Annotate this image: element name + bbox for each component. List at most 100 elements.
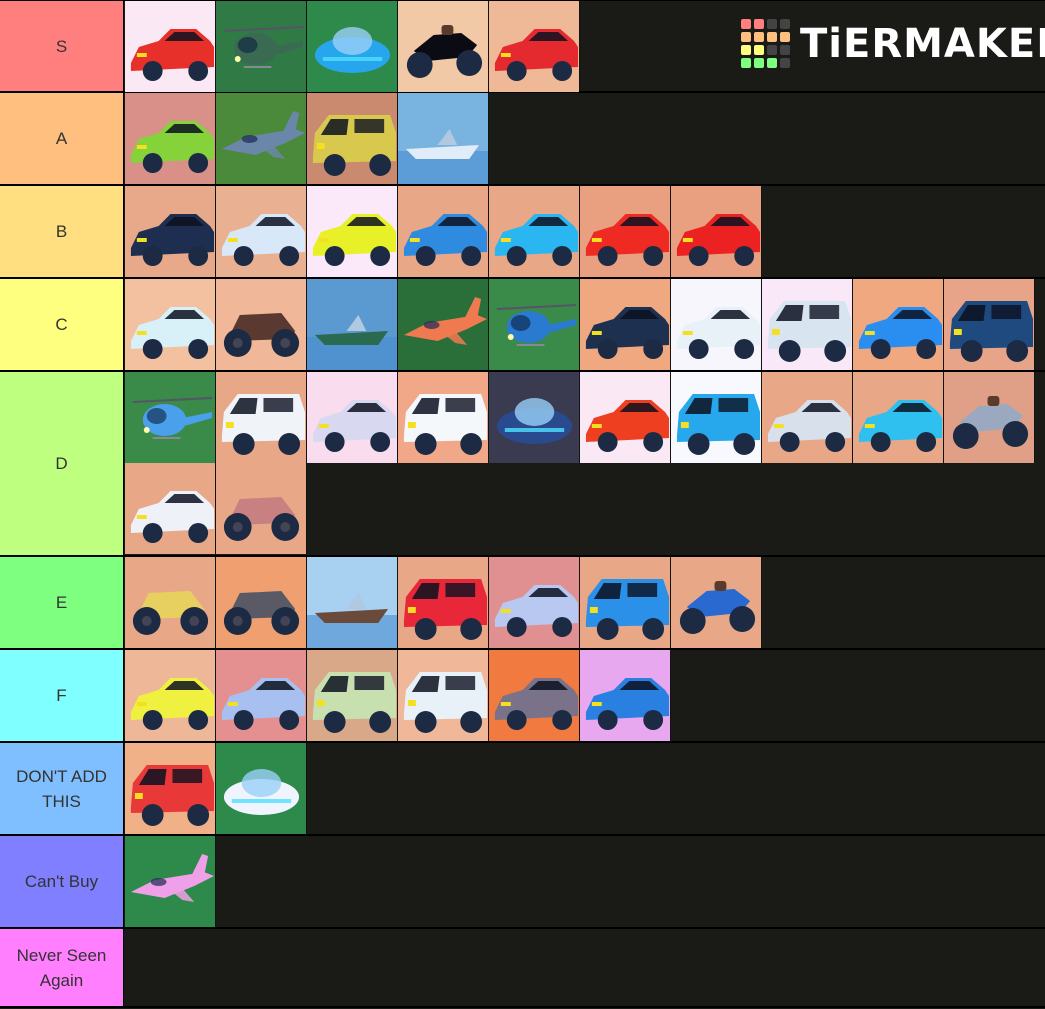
tier-item-ufo[interactable] <box>489 372 580 463</box>
tier-item-white-audi[interactable] <box>125 463 216 554</box>
tier-item-red-mini-cooper[interactable] <box>398 557 489 648</box>
tier-row: F <box>0 650 1045 743</box>
cyan-hypercar-icon <box>489 186 579 277</box>
tier-item-fighter-jet[interactable] <box>216 93 307 184</box>
tier-item-red-striped-sports-car[interactable] <box>580 372 671 463</box>
tier-row: Never Seen Again <box>0 929 1045 1008</box>
tier-items-dropzone[interactable] <box>124 186 1045 277</box>
tier-item-blue-striped-suv[interactable] <box>671 372 762 463</box>
tier-item-black-motorcycle[interactable] <box>398 1 489 92</box>
tier-label[interactable]: B <box>0 186 124 277</box>
swat-van-turret-icon <box>944 279 1034 370</box>
tier-label[interactable]: Can't Buy <box>0 836 124 927</box>
tier-item-white-rocket-pod[interactable] <box>216 743 307 834</box>
tier-label[interactable]: S <box>0 1 124 91</box>
tier-item-blue-pink-sports-car[interactable] <box>580 650 671 741</box>
tier-row: C <box>0 279 1045 372</box>
tier-item-yellow-monster-truck[interactable] <box>125 557 216 648</box>
logo-grid-cell <box>754 45 764 55</box>
tier-item-sailing-ship[interactable] <box>307 557 398 648</box>
logo-grid-cell <box>741 45 751 55</box>
tier-item-red-sports-car[interactable] <box>125 1 216 92</box>
tier-row: D <box>0 372 1045 557</box>
tier-items-dropzone[interactable] <box>124 836 1045 927</box>
tier-item-pink-spaceship[interactable] <box>125 836 216 927</box>
tier-item-dune-buggy[interactable] <box>216 279 307 370</box>
tier-label[interactable]: Never Seen Again <box>0 929 124 1006</box>
tier-items-dropzone[interactable] <box>124 743 1045 834</box>
tier-item-yellow-lamborghini[interactable] <box>307 186 398 277</box>
white-rocket-pod-icon <box>216 743 306 834</box>
tier-label[interactable]: A <box>0 93 124 184</box>
tier-item-white-gullwing-supercar[interactable] <box>125 279 216 370</box>
tier-item-blue-pickup-truck[interactable] <box>580 557 671 648</box>
tier-item-fire-truck[interactable] <box>125 743 216 834</box>
tier-item-armored-sedan-turret[interactable] <box>580 279 671 370</box>
tier-item-green-hypercar[interactable] <box>125 93 216 184</box>
tier-item-classic-white-coupe[interactable] <box>216 186 307 277</box>
tier-item-grey-sports-car[interactable] <box>489 650 580 741</box>
tier-item-striped-blue-hypercar[interactable] <box>398 186 489 277</box>
tier-item-police-suv[interactable] <box>216 372 307 463</box>
tier-item-rusty-buggy-frame[interactable] <box>216 463 307 554</box>
green-hypercar-icon <box>125 93 215 184</box>
tier-item-delorean[interactable] <box>307 372 398 463</box>
tier-item-blue-tesla[interactable] <box>853 279 944 370</box>
tier-item-blue-dirt-bike[interactable] <box>671 557 762 648</box>
jet-ski-icon <box>398 93 488 184</box>
tier-label[interactable]: C <box>0 279 124 370</box>
tier-item-small-blue-helicopter[interactable] <box>489 279 580 370</box>
tier-item-red-supercar[interactable] <box>489 1 580 92</box>
tier-item-white-corvette[interactable] <box>489 557 580 648</box>
tier-item-vintage-roadster[interactable] <box>762 372 853 463</box>
tier-item-white-sports-sedan[interactable] <box>671 279 762 370</box>
tier-items-dropzone[interactable] <box>124 372 1045 555</box>
dune-buggy-icon <box>216 279 306 370</box>
yellow-suv-icon <box>307 93 397 184</box>
tier-items-dropzone[interactable] <box>124 93 1045 184</box>
tier-items-dropzone[interactable] <box>124 279 1045 370</box>
tier-item-police-motorcycle[interactable] <box>944 372 1035 463</box>
dark-blue-batmobile-icon <box>125 186 215 277</box>
red-striped-sports-car-icon <box>580 372 670 463</box>
tier-label[interactable]: F <box>0 650 124 741</box>
cybertruck-icon <box>762 279 852 370</box>
logo-grid-cell <box>767 19 777 29</box>
fighter-jet-icon <box>216 93 306 184</box>
tier-label[interactable]: D <box>0 372 124 555</box>
tier-items-dropzone[interactable] <box>124 929 1045 1006</box>
tier-items-dropzone[interactable] <box>124 650 1045 741</box>
tier-item-cyan-muscle-car[interactable] <box>853 372 944 463</box>
tier-item-ambulance[interactable] <box>398 372 489 463</box>
blue-dirt-bike-icon <box>671 557 761 648</box>
tier-item-green-jeep[interactable] <box>307 650 398 741</box>
green-jeep-icon <box>307 650 397 741</box>
tier-list-board: S A B C D E F DON'T ADD THIS Can't Buy N… <box>0 0 1045 1008</box>
striped-blue-hypercar-icon <box>398 186 488 277</box>
blue-pink-sports-car-icon <box>580 650 670 741</box>
white-audi-icon <box>125 463 215 554</box>
tier-item-cyan-hypercar[interactable] <box>489 186 580 277</box>
tier-item-speedboat[interactable] <box>307 279 398 370</box>
tier-item-blue-hover-vehicle[interactable] <box>307 1 398 92</box>
tier-item-swat-van-turret[interactable] <box>944 279 1035 370</box>
tier-item-white-pickup[interactable] <box>398 650 489 741</box>
tier-item-red-ferrari[interactable] <box>580 186 671 277</box>
tier-item-red-muscle-coupe[interactable] <box>671 186 762 277</box>
tier-item-blue-helicopter[interactable] <box>125 372 216 463</box>
white-gullwing-supercar-icon <box>125 279 215 370</box>
tier-item-jet-ski[interactable] <box>398 93 489 184</box>
tier-item-cybertruck[interactable] <box>762 279 853 370</box>
tier-item-ae86-coupe[interactable] <box>216 650 307 741</box>
tier-item-yellow-suv[interactable] <box>307 93 398 184</box>
tier-label[interactable]: E <box>0 557 124 648</box>
tiermaker-grid-icon <box>741 19 790 68</box>
tier-item-military-helicopter[interactable] <box>216 1 307 92</box>
tier-item-dark-blue-batmobile[interactable] <box>125 186 216 277</box>
tier-item-grey-atv[interactable] <box>216 557 307 648</box>
tier-label[interactable]: DON'T ADD THIS <box>0 743 124 834</box>
tier-item-yellow-camaro[interactable] <box>125 650 216 741</box>
tier-item-orange-propeller-plane[interactable] <box>398 279 489 370</box>
tier-items-dropzone[interactable] <box>124 557 1045 648</box>
ae86-coupe-icon <box>216 650 306 741</box>
